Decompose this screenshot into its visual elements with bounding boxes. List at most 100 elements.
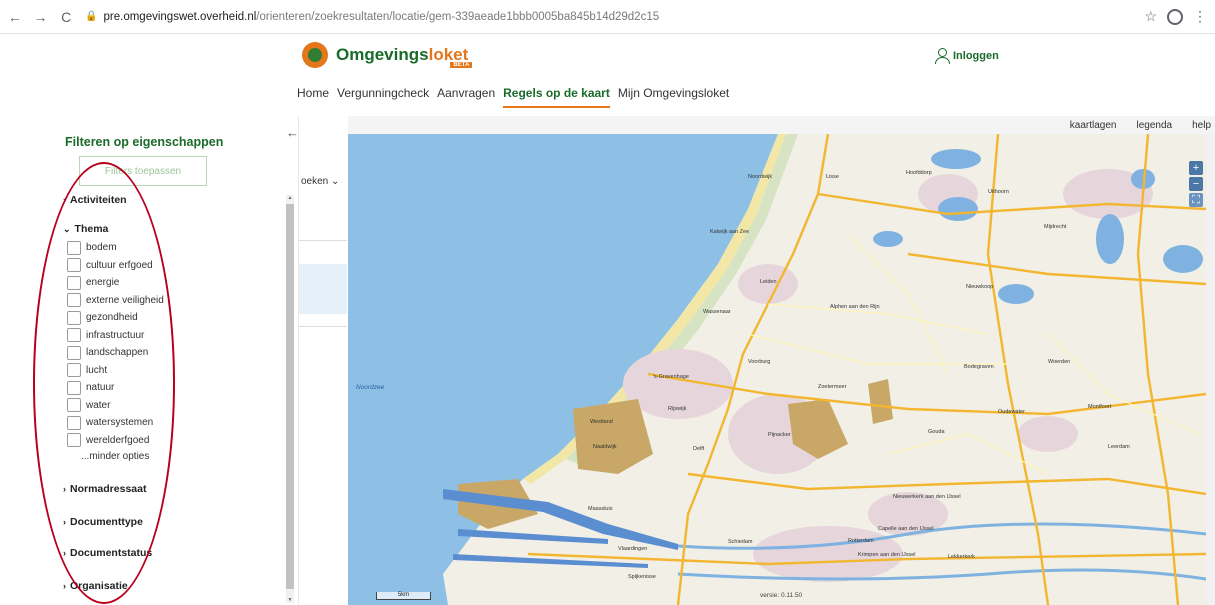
- thema-label: externe veiligheid: [86, 294, 164, 306]
- label-naaldwijk: Naaldwijk: [593, 444, 617, 450]
- forward-arrow-icon[interactable]: →: [30, 6, 52, 28]
- address-bar[interactable]: 🔒 pre.omgevingswet.overheid.nl/orientere…: [85, 5, 1144, 29]
- scroll-up-icon[interactable]: ▲: [286, 195, 294, 201]
- results-column: oeken ⌄: [298, 116, 348, 605]
- label-alphen: Alphen aan den Rijn: [830, 304, 880, 310]
- chevron-down-icon: ⌄: [331, 176, 340, 187]
- logo[interactable]: Omgevingsloket BETA: [302, 42, 473, 68]
- panel-scrollbar[interactable]: ▲ ▼: [286, 195, 294, 603]
- label-leerdam: Leerdam: [1108, 444, 1130, 450]
- chevron-right-icon: ›: [63, 581, 66, 591]
- thema-label: watersystemen: [86, 417, 154, 429]
- minder-opties-link[interactable]: ...minder opties: [81, 451, 164, 462]
- kaartlagen-button[interactable]: kaartlagen: [1070, 120, 1117, 131]
- menu-icon[interactable]: ⋮: [1193, 8, 1207, 25]
- checkbox[interactable]: [67, 345, 81, 360]
- checkbox[interactable]: [67, 433, 81, 448]
- nav-regels-op-de-kaart[interactable]: Regels op de kaart: [503, 86, 610, 108]
- version-label: versie: 0.11.50: [760, 592, 803, 599]
- checkbox[interactable]: [67, 415, 81, 430]
- help-button[interactable]: help: [1192, 120, 1211, 131]
- section-normadressaat[interactable]: › Normadressaat: [63, 483, 146, 495]
- label-voorburg: Voorburg: [748, 359, 771, 365]
- checkbox[interactable]: [67, 380, 81, 395]
- map-svg: [348, 134, 1206, 605]
- star-icon[interactable]: ☆: [1144, 8, 1157, 25]
- label-wassenaar: Wassenaar: [703, 309, 731, 315]
- checkbox[interactable]: [67, 328, 81, 343]
- fullscreen-icon[interactable]: ⛶: [1189, 193, 1203, 207]
- back-arrow-icon[interactable]: ←: [4, 6, 26, 28]
- filter-title: Filteren op eigenschappen: [65, 135, 224, 149]
- filter-panel: Filteren op eigenschappen ← Filters toep…: [0, 116, 299, 605]
- zoom-out-button[interactable]: −: [1189, 177, 1203, 191]
- zoeken-dropdown[interactable]: oeken ⌄: [301, 176, 339, 187]
- thema-item-werelderfgoed[interactable]: werelderfgoed: [67, 432, 164, 450]
- thema-label: bodem: [86, 242, 117, 254]
- checkbox[interactable]: [67, 310, 81, 325]
- login-label: Inloggen: [953, 50, 999, 62]
- scale-bar: 5km: [376, 592, 431, 600]
- checkbox[interactable]: [67, 275, 81, 290]
- checkbox[interactable]: [67, 293, 81, 308]
- thema-item-energie[interactable]: energie: [67, 274, 164, 292]
- map-canvas[interactable]: Noordzee 's-Gravenhage Leiden Delft Rott…: [348, 134, 1206, 605]
- nav-aanvragen[interactable]: Aanvragen: [437, 86, 495, 108]
- chevron-right-icon: ›: [63, 517, 66, 527]
- nav-vergunningcheck[interactable]: Vergunningcheck: [337, 86, 429, 108]
- thema-item-gezondheid[interactable]: gezondheid: [67, 309, 164, 327]
- chevron-right-icon: ›: [63, 195, 66, 205]
- section-activiteiten[interactable]: › Activiteiten: [63, 194, 127, 206]
- beta-badge: BETA: [450, 62, 473, 68]
- login-button[interactable]: Inloggen: [935, 48, 999, 64]
- nav-mijn-omgevingsloket[interactable]: Mijn Omgevingsloket: [618, 86, 729, 108]
- section-label: Thema: [74, 223, 109, 235]
- label-montfoort: Montfoort: [1088, 404, 1112, 410]
- label-spijkenisse: Spijkenisse: [628, 574, 656, 580]
- scroll-down-icon[interactable]: ▼: [286, 597, 294, 603]
- reload-icon[interactable]: C: [55, 6, 77, 28]
- nav-home[interactable]: Home: [297, 86, 329, 108]
- zoom-in-button[interactable]: +: [1189, 161, 1203, 175]
- thema-item-natuur[interactable]: natuur: [67, 379, 164, 397]
- scrollbar-thumb[interactable]: [286, 204, 294, 589]
- label-uithoorn: Uithoorn: [988, 189, 1009, 195]
- section-organisatie[interactable]: › Organisatie: [63, 580, 128, 592]
- profile-icon[interactable]: [1167, 8, 1184, 25]
- thema-item-water[interactable]: water: [67, 397, 164, 415]
- logo-text: Omgevingsloket BETA: [336, 45, 473, 68]
- thema-item-cultuur-erfgoed[interactable]: cultuur erfgoed: [67, 257, 164, 275]
- logo-part1: Omgevings: [336, 45, 429, 64]
- url-path: /orienteren/zoekresultaten/locatie/gem-3…: [256, 10, 660, 23]
- thema-label: natuur: [86, 382, 115, 394]
- label-katwijk: Katwijk aan Zee: [710, 229, 750, 235]
- thema-item-bodem[interactable]: bodem: [67, 239, 164, 257]
- divider: [299, 240, 347, 241]
- user-icon: [935, 48, 950, 64]
- label-pijnacker: Pijnacker: [768, 432, 791, 438]
- selected-result[interactable]: [299, 264, 347, 314]
- thema-list: bodem cultuur erfgoed energie externe ve…: [67, 239, 164, 462]
- chevron-right-icon: ›: [63, 484, 66, 494]
- thema-item-lucht[interactable]: lucht: [67, 362, 164, 380]
- label-lisse: Lisse: [826, 174, 839, 180]
- thema-item-externe-veiligheid[interactable]: externe veiligheid: [67, 292, 164, 310]
- thema-item-landschappen[interactable]: landschappen: [67, 344, 164, 362]
- thema-item-watersystemen[interactable]: watersystemen: [67, 414, 164, 432]
- browser-bar: ← → C 🔒 pre.omgevingswet.overheid.nl/ori…: [0, 0, 1215, 34]
- section-documenttype[interactable]: › Documenttype: [63, 516, 143, 528]
- thema-item-infrastructuur[interactable]: infrastructuur: [67, 327, 164, 345]
- checkbox[interactable]: [67, 363, 81, 378]
- section-documentstatus[interactable]: › Documentstatus: [63, 547, 152, 559]
- label-den-haag: 's-Gravenhage: [653, 374, 689, 380]
- section-thema[interactable]: ⌄ Thema: [63, 223, 108, 235]
- legenda-button[interactable]: legenda: [1137, 120, 1173, 131]
- checkbox[interactable]: [67, 258, 81, 273]
- thema-label: landschappen: [86, 347, 149, 359]
- thema-label: water: [86, 399, 111, 411]
- checkbox[interactable]: [67, 240, 81, 255]
- checkbox[interactable]: [67, 398, 81, 413]
- apply-filters-button[interactable]: Filters toepassen: [79, 156, 207, 186]
- map-scrollbar[interactable]: [1206, 134, 1215, 605]
- zoeken-label: oeken: [301, 176, 329, 187]
